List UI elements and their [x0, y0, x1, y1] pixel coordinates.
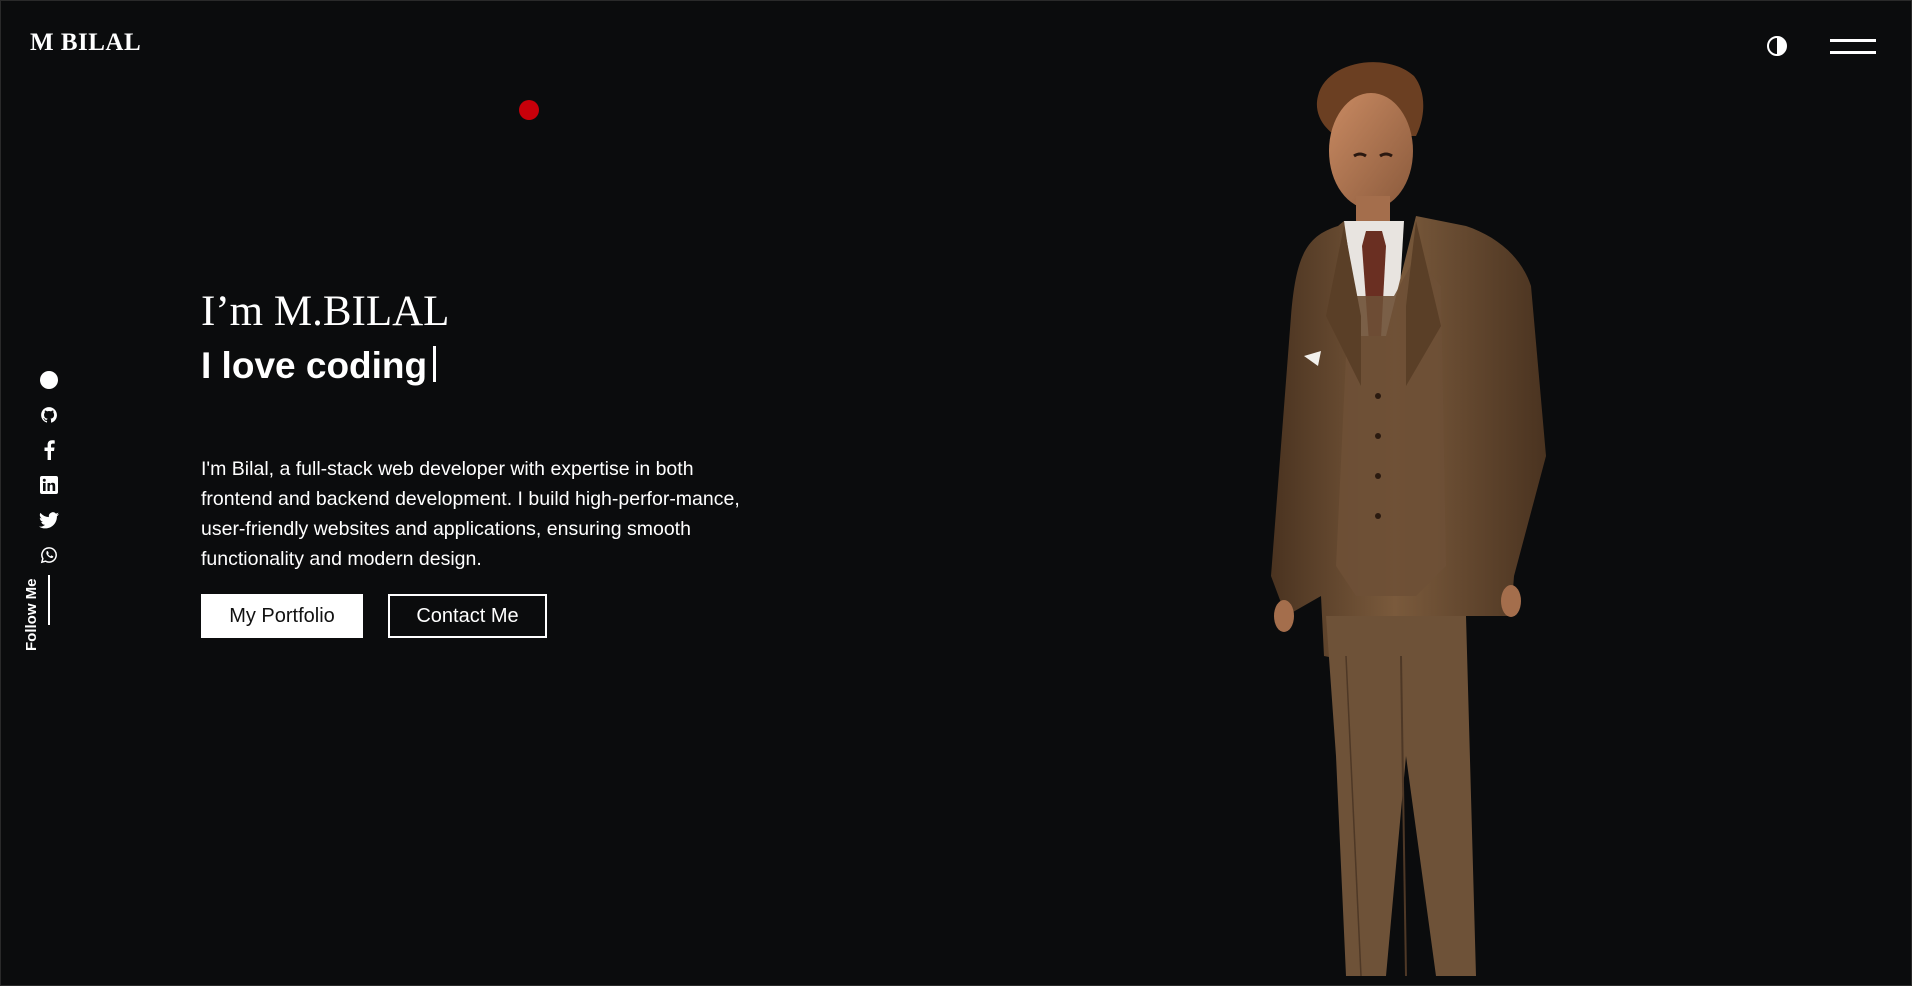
profile-portrait-image	[1271, 62, 1546, 976]
menu-line	[1830, 39, 1876, 42]
page: M BILAL Follow Me I’m M.BILAL I love cod…	[0, 0, 1912, 986]
social-divider	[48, 575, 50, 625]
theme-toggle-contrast-icon[interactable]	[1767, 36, 1787, 56]
custom-cursor-dot	[519, 100, 539, 120]
typing-caret	[433, 346, 437, 382]
brand-logo[interactable]: M BILAL	[30, 29, 141, 57]
my-portfolio-button[interactable]: My Portfolio	[201, 594, 363, 638]
github-icon[interactable]	[36, 402, 62, 428]
twitter-icon[interactable]	[36, 507, 62, 533]
hamburger-menu-icon[interactable]	[1830, 37, 1876, 57]
linkedin-icon[interactable]	[36, 472, 62, 498]
facebook-icon[interactable]	[36, 437, 62, 463]
menu-line	[1830, 51, 1876, 54]
contact-me-button[interactable]: Contact Me	[388, 594, 547, 638]
hero-section: I’m M.BILAL I love coding I'm Bilal, a f…	[201, 286, 761, 638]
hero-bio: I'm Bilal, a full-stack web developer wi…	[201, 458, 740, 570]
typed-text: I love coding	[201, 345, 428, 386]
hero-greeting: I’m M.BILAL	[201, 288, 450, 335]
circle-icon[interactable]	[36, 367, 62, 393]
follow-me-label: Follow Me	[23, 578, 40, 652]
whatsapp-icon[interactable]	[36, 542, 62, 568]
hero-actions: My Portfolio Contact Me	[201, 594, 547, 638]
hero-tagline: I love coding	[201, 342, 761, 390]
